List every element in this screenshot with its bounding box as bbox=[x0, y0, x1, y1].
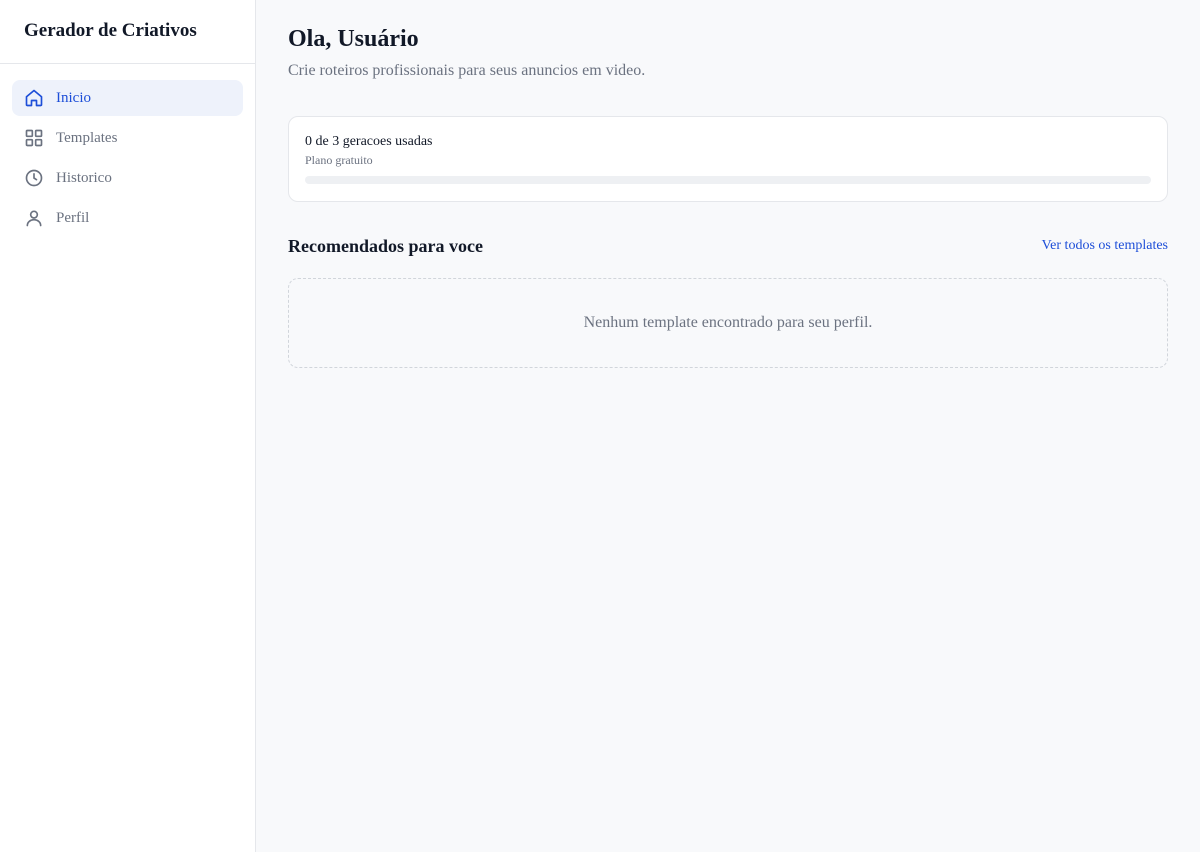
sidebar-item-label: Templates bbox=[56, 129, 118, 146]
page-title: Ola, Usuário bbox=[288, 26, 419, 52]
sidebar-nav: Inicio Templates Historico Perfil bbox=[0, 64, 255, 236]
plan-label: Plano gratuito bbox=[305, 153, 373, 167]
recommended-title: Recomendados para voce bbox=[288, 236, 483, 256]
empty-state: Nenhum template encontrado para seu perf… bbox=[288, 278, 1168, 368]
home-icon bbox=[24, 88, 44, 108]
sidebar-item-historico[interactable]: Historico bbox=[12, 160, 243, 196]
sidebar-item-label: Historico bbox=[56, 169, 112, 186]
sidebar-item-perfil[interactable]: Perfil bbox=[12, 200, 243, 236]
sidebar: Gerador de Criativos Inicio Templates Hi… bbox=[0, 0, 256, 852]
clock-icon bbox=[24, 168, 44, 188]
user-icon bbox=[24, 208, 44, 228]
empty-state-message: Nenhum template encontrado para seu perf… bbox=[583, 314, 873, 331]
sidebar-item-templates[interactable]: Templates bbox=[12, 120, 243, 156]
view-all-templates-link[interactable]: Ver todos os templates bbox=[1042, 238, 1168, 254]
usage-count: 0 de 3 geracoes usadas bbox=[305, 134, 433, 149]
sidebar-item-inicio[interactable]: Inicio bbox=[12, 80, 243, 116]
grid-icon bbox=[24, 128, 44, 148]
usage-card: 0 de 3 geracoes usadas Plano gratuito bbox=[288, 116, 1168, 202]
sidebar-item-label: Inicio bbox=[56, 89, 91, 106]
main-content: Ola, Usuário Crie roteiros profissionais… bbox=[256, 0, 1200, 852]
usage-progress-bar bbox=[305, 176, 1151, 184]
page-subtitle: Crie roteiros profissionais para seus an… bbox=[288, 62, 646, 79]
app-title: Gerador de Criativos bbox=[0, 0, 255, 64]
sidebar-item-label: Perfil bbox=[56, 209, 90, 226]
